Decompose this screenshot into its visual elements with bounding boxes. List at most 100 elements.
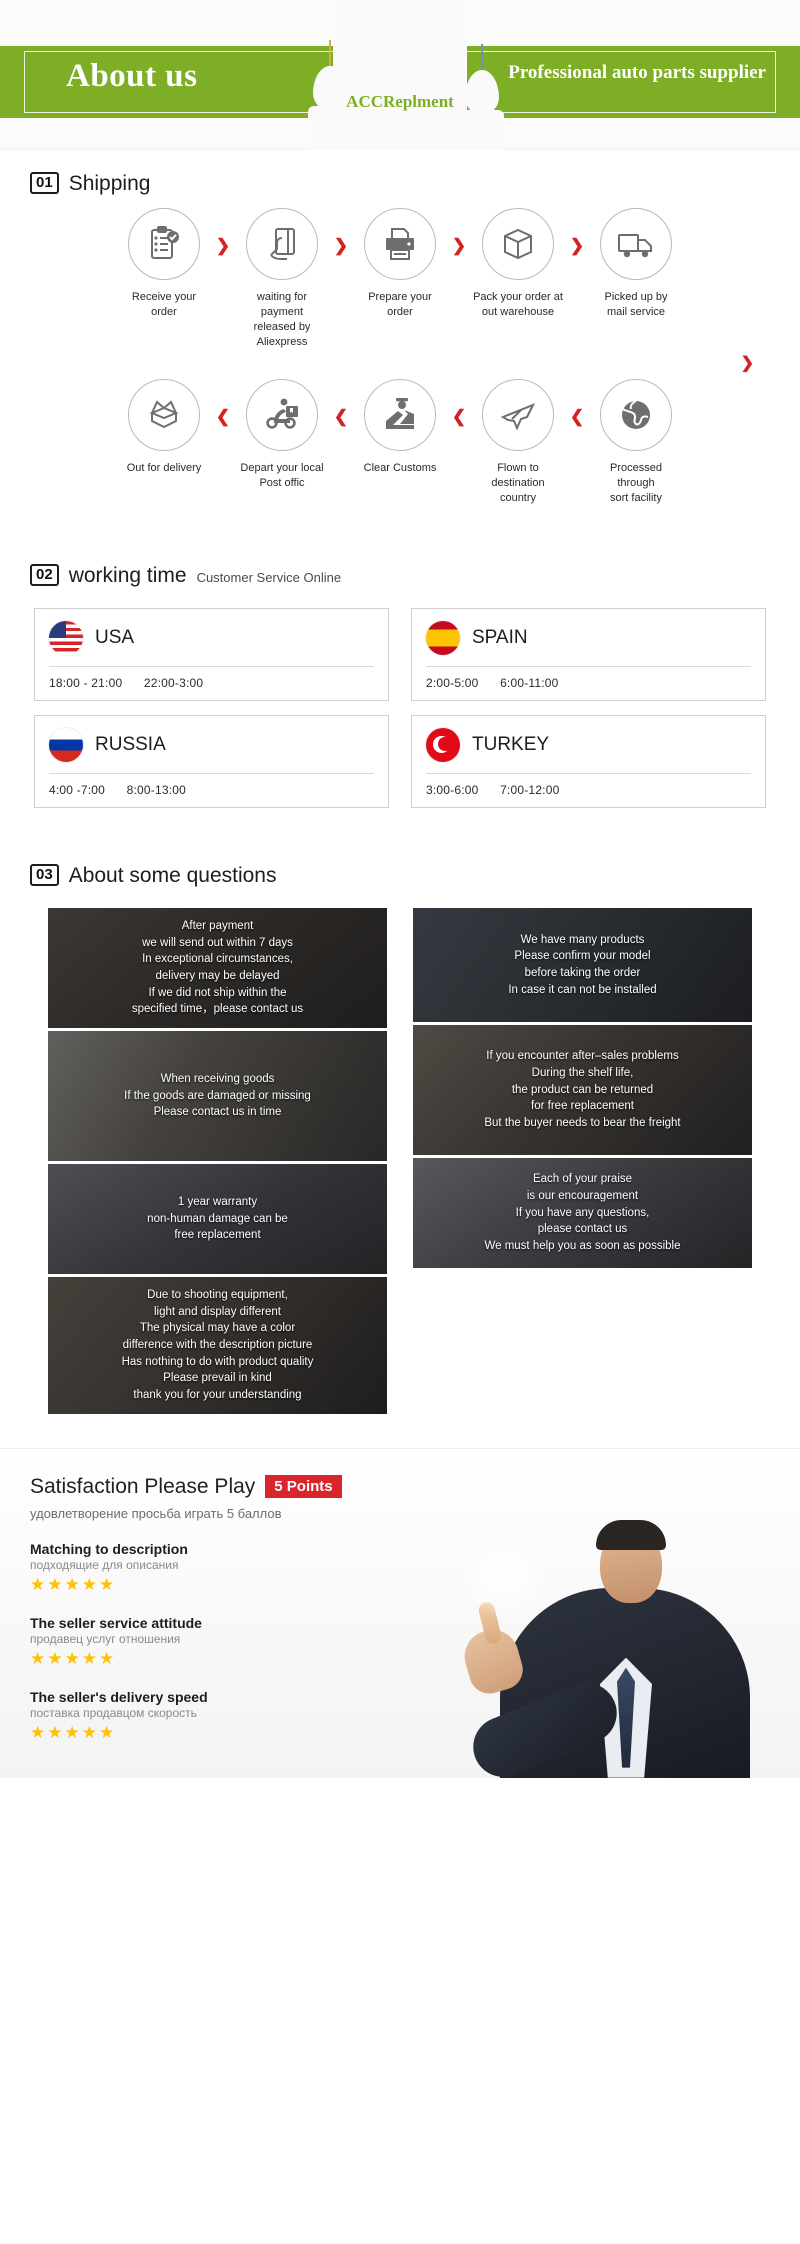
questions-column-left: After payment we will send out within 7 … — [48, 907, 387, 1414]
hours-slot: 8:00-13:00 — [126, 782, 186, 797]
arrow-right-icon: ❯ — [451, 236, 467, 255]
working-time-card-usa: USA 18:00 - 21:00 22:00-3:00 — [34, 607, 389, 701]
question-text: When receiving goods If the goods are da… — [124, 1072, 311, 1119]
working-time-card-russia: RUSSIA 4:00 -7:00 8:00-13:00 — [34, 714, 389, 808]
shipping-step: Prepare your order — [355, 208, 445, 320]
card-divider — [49, 772, 374, 774]
customs-officer-icon — [386, 398, 414, 430]
arrow-right-icon: ❯ — [333, 236, 349, 255]
shipping-step: Pack your order at out warehouse — [473, 208, 563, 320]
questions-heading: 03 About some questions — [0, 863, 800, 887]
step-icon-circle — [364, 379, 436, 452]
question-card: After payment we will send out within 7 … — [48, 907, 387, 1028]
working-time-card-spain: SPAIN 2:00-5:00 6:00-11:00 — [411, 607, 766, 701]
step-icon-circle — [364, 208, 436, 280]
hours-slot: 22:00-3:00 — [143, 675, 204, 690]
shipping-step: Clear Customs — [355, 379, 445, 476]
question-card: Due to shooting equipment, light and dis… — [48, 1276, 387, 1414]
shipping-step: Depart your local Post offic — [237, 379, 327, 491]
usa-flag-icon — [49, 620, 83, 655]
section-title-working-time: working time — [68, 563, 187, 587]
shipping-steps-row-2: Out for delivery ❮ Depart your local Pos… — [0, 373, 800, 506]
hand-card-icon — [270, 228, 295, 260]
section-number-02: 02 — [30, 563, 59, 586]
shipping-step: waiting for payment released by Aliexpre… — [237, 208, 327, 349]
hours-slot: 7:00-12:00 — [500, 782, 560, 797]
truck-icon — [618, 234, 652, 258]
globe-icon — [622, 400, 650, 430]
shipping-section: 01 Shipping Receive your order ❯ waiting… — [0, 150, 800, 506]
hours-slot: 3:00-6:00 — [426, 782, 479, 797]
brand-logo-text: ACCReplment — [346, 92, 454, 111]
points-badge: 5 Points — [265, 1475, 342, 1499]
about-us-page: About us Professional auto parts supplie… — [0, 0, 800, 1778]
section-number-01: 01 — [30, 172, 59, 194]
section-title-questions: About some questions — [68, 863, 277, 887]
step-icon-circle — [600, 208, 672, 280]
rating-label-en: The seller service attitude — [30, 1614, 202, 1631]
arrow-right-icon: ❯ — [569, 236, 585, 255]
question-card: If you encounter after–sales problems Du… — [413, 1024, 752, 1155]
working-time-grid: USA 18:00 - 21:00 22:00-3:00 SPAIN 2:00-… — [0, 586, 800, 808]
section-number-03: 03 — [30, 863, 59, 886]
glowing-star-icon: ★ — [462, 1533, 546, 1618]
step-label: waiting for payment released by Aliexpre… — [253, 291, 311, 348]
shipping-step: Flown to destination country — [473, 379, 563, 506]
rating-label-ru: продавец услуг отношения — [30, 1631, 181, 1646]
working-hours: 2:00-5:00 6:00-11:00 — [426, 676, 751, 690]
step-icon-circle — [600, 379, 672, 452]
star-rating[interactable]: ★★★★★ — [30, 1649, 360, 1669]
working-hours: 4:00 -7:00 8:00-13:00 — [49, 783, 374, 797]
country-name: TURKEY — [472, 733, 550, 755]
package-box-icon — [504, 228, 532, 260]
step-icon-circle — [246, 208, 318, 280]
step-label: Processed through sort facility — [610, 462, 662, 505]
working-time-card-turkey: TURKEY 3:00-6:00 7:00-12:00 — [411, 714, 766, 808]
page-header: About us Professional auto parts supplie… — [0, 0, 800, 150]
questions-section: 03 About some questions After payment we… — [0, 808, 800, 1414]
turkey-flag-icon — [426, 727, 460, 762]
step-label: Receive your order — [131, 291, 197, 318]
step-label: Out for delivery — [126, 462, 202, 475]
working-time-heading: 02 working time Customer Service Online — [0, 563, 800, 587]
hours-slot: 18:00 - 21:00 — [49, 675, 123, 690]
shipping-steps-row-1: Receive your order ❯ waiting for payment… — [0, 194, 800, 349]
hair-shape — [596, 1519, 666, 1550]
step-label: Prepare your order — [368, 291, 432, 318]
question-text: After payment we will send out within 7 … — [131, 919, 304, 1016]
rating-label-en: The seller's delivery speed — [30, 1688, 208, 1705]
shipping-step: Picked up by mail service — [591, 208, 681, 320]
russia-flag-icon — [49, 727, 83, 762]
arrow-left-icon: ❮ — [451, 407, 467, 427]
rating-row: The seller service attitude продавец усл… — [30, 1615, 360, 1669]
star-rating[interactable]: ★★★★★ — [30, 1723, 360, 1743]
hours-slot: 4:00 -7:00 — [49, 782, 106, 797]
working-hours: 3:00-6:00 7:00-12:00 — [426, 783, 751, 797]
shipping-step: Processed through sort facility — [591, 379, 681, 506]
question-card: When receiving goods If the goods are da… — [48, 1030, 387, 1161]
step-icon-circle — [482, 208, 554, 280]
scooter-courier-icon — [266, 398, 298, 430]
star-rating[interactable]: ★★★★★ — [30, 1575, 360, 1595]
step-label: Clear Customs — [363, 462, 437, 475]
satisfaction-subtitle-ru: удовлетворение просьба играть 5 баллов — [30, 1505, 282, 1521]
header-tagline: Professional auto parts supplier — [508, 62, 766, 83]
shipping-step: Out for delivery — [119, 379, 209, 476]
card-divider — [426, 665, 751, 667]
rating-label-ru: поставка продавцом скорость — [30, 1705, 197, 1720]
spain-flag-icon — [426, 620, 460, 655]
step-label: Picked up by mail service — [604, 291, 668, 318]
step-icon-circle — [128, 208, 200, 280]
page-title: About us — [66, 58, 198, 94]
rating-label-ru: подходящие для описания — [30, 1557, 179, 1572]
rating-row: The seller's delivery speed поставка про… — [30, 1689, 360, 1743]
arrow-left-icon: ❮ — [569, 407, 585, 427]
step-label: Pack your order at out warehouse — [473, 291, 563, 318]
question-card: 1 year warranty non-human damage can be … — [48, 1163, 387, 1274]
working-hours: 18:00 - 21:00 22:00-3:00 — [49, 676, 374, 690]
step-label: Flown to destination country — [491, 462, 545, 505]
arrow-left-icon: ❮ — [215, 407, 231, 427]
step-icon-circle — [482, 379, 554, 452]
rating-row: Matching to description подходящие для о… — [30, 1541, 360, 1595]
step-icon-circle — [246, 379, 318, 452]
